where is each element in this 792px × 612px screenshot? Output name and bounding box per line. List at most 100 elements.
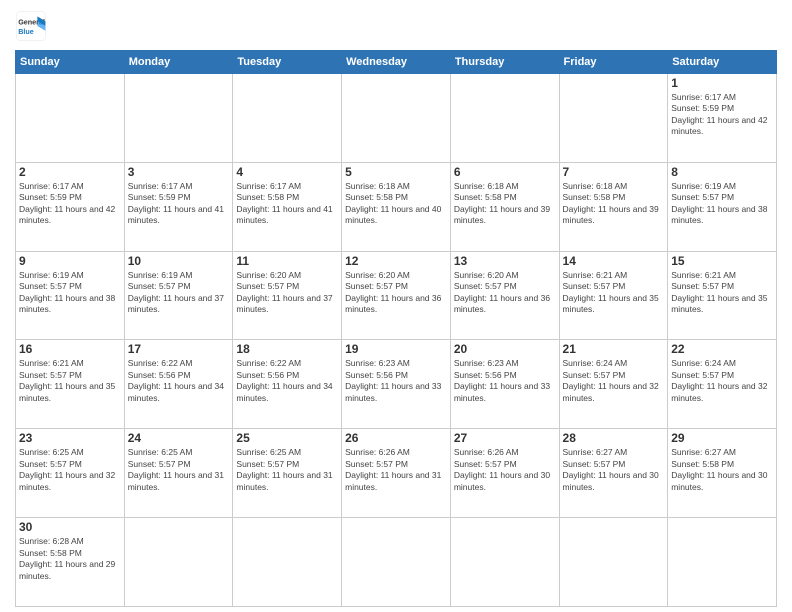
calendar-cell [342,518,451,607]
day-info: Sunrise: 6:26 AM Sunset: 5:57 PM Dayligh… [454,447,556,493]
day-number: 6 [454,165,556,179]
day-info: Sunrise: 6:27 AM Sunset: 5:57 PM Dayligh… [563,447,665,493]
day-number: 21 [563,342,665,356]
calendar-cell: 24 Sunrise: 6:25 AM Sunset: 5:57 PM Dayli… [124,429,233,518]
calendar-cell: 8 Sunrise: 6:19 AM Sunset: 5:57 PM Daylig… [668,162,777,251]
weekday-header-row: Sunday Monday Tuesday Wednesday Thursday… [16,51,777,74]
calendar-cell: 21 Sunrise: 6:24 AM Sunset: 5:57 PM Dayli… [559,340,668,429]
day-number: 3 [128,165,230,179]
day-info: Sunrise: 6:20 AM Sunset: 5:57 PM Dayligh… [454,270,556,316]
day-info: Sunrise: 6:25 AM Sunset: 5:57 PM Dayligh… [19,447,121,493]
calendar-cell: 16 Sunrise: 6:21 AM Sunset: 5:57 PM Dayli… [16,340,125,429]
day-number: 23 [19,431,121,445]
day-info: Sunrise: 6:24 AM Sunset: 5:57 PM Dayligh… [671,358,773,404]
calendar-cell: 17 Sunrise: 6:22 AM Sunset: 5:56 PM Dayli… [124,340,233,429]
header: General Blue [15,10,777,42]
day-info: Sunrise: 6:19 AM Sunset: 5:57 PM Dayligh… [19,270,121,316]
calendar-cell [559,518,668,607]
calendar-header: Sunday Monday Tuesday Wednesday Thursday… [16,51,777,74]
day-number: 19 [345,342,447,356]
calendar-cell: 28Sunrise: 6:27 AM Sunset: 5:57 PM Dayli… [559,429,668,518]
day-number: 27 [454,431,556,445]
day-number: 5 [345,165,447,179]
day-number: 17 [128,342,230,356]
day-info: Sunrise: 6:23 AM Sunset: 5:56 PM Dayligh… [345,358,447,404]
day-info: Sunrise: 6:21 AM Sunset: 5:57 PM Dayligh… [19,358,121,404]
day-info: Sunrise: 6:17 AM Sunset: 5:59 PM Dayligh… [671,92,773,138]
day-number: 12 [345,254,447,268]
header-thursday: Thursday [450,51,559,74]
calendar-cell: 27 Sunrise: 6:26 AM Sunset: 5:57 PM Dayli… [450,429,559,518]
calendar-cell: 10 Sunrise: 6:19 AM Sunset: 5:57 PM Dayli… [124,251,233,340]
calendar-cell [16,74,125,163]
day-info: Sunrise: 6:22 AM Sunset: 5:56 PM Dayligh… [236,358,338,404]
day-info: Sunrise: 6:21 AM Sunset: 5:57 PM Dayligh… [563,270,665,316]
calendar-cell: 25 Sunrise: 6:25 AM Sunset: 5:57 PM Dayli… [233,429,342,518]
day-info: Sunrise: 6:18 AM Sunset: 5:58 PM Dayligh… [563,181,665,227]
day-number: 22 [671,342,773,356]
calendar-cell: 9Sunrise: 6:19 AM Sunset: 5:57 PM Daylig… [16,251,125,340]
day-info: Sunrise: 6:17 AM Sunset: 5:59 PM Dayligh… [128,181,230,227]
day-number: 4 [236,165,338,179]
calendar-cell: 20Sunrise: 6:23 AM Sunset: 5:56 PM Dayli… [450,340,559,429]
calendar-cell: 7 Sunrise: 6:18 AM Sunset: 5:58 PM Daylig… [559,162,668,251]
day-info: Sunrise: 6:19 AM Sunset: 5:57 PM Dayligh… [128,270,230,316]
calendar-cell: 12 Sunrise: 6:20 AM Sunset: 5:57 PM Dayli… [342,251,451,340]
calendar-cell: 11Sunrise: 6:20 AM Sunset: 5:57 PM Dayli… [233,251,342,340]
day-number: 18 [236,342,338,356]
day-info: Sunrise: 6:24 AM Sunset: 5:57 PM Dayligh… [563,358,665,404]
day-info: Sunrise: 6:22 AM Sunset: 5:56 PM Dayligh… [128,358,230,404]
day-number: 15 [671,254,773,268]
calendar-table: Sunday Monday Tuesday Wednesday Thursday… [15,50,777,607]
day-number: 8 [671,165,773,179]
calendar-cell: 4 Sunrise: 6:17 AM Sunset: 5:58 PM Daylig… [233,162,342,251]
day-info: Sunrise: 6:23 AM Sunset: 5:56 PM Dayligh… [454,358,556,404]
day-number: 24 [128,431,230,445]
day-number: 29 [671,431,773,445]
header-sunday: Sunday [16,51,125,74]
calendar-cell [559,74,668,163]
day-info: Sunrise: 6:18 AM Sunset: 5:58 PM Dayligh… [345,181,447,227]
day-info: Sunrise: 6:18 AM Sunset: 5:58 PM Dayligh… [454,181,556,227]
calendar-cell [450,518,559,607]
header-saturday: Saturday [668,51,777,74]
page: General Blue Sunday Monday Tuesday Wedne… [0,0,792,612]
day-info: Sunrise: 6:26 AM Sunset: 5:57 PM Dayligh… [345,447,447,493]
calendar-cell: 15 Sunrise: 6:21 AM Sunset: 5:57 PM Dayli… [668,251,777,340]
calendar-cell [233,518,342,607]
calendar-cell [342,74,451,163]
calendar-cell [124,74,233,163]
calendar-cell [124,518,233,607]
day-number: 16 [19,342,121,356]
header-monday: Monday [124,51,233,74]
calendar-cell: 29Sunrise: 6:27 AM Sunset: 5:58 PM Dayli… [668,429,777,518]
day-number: 25 [236,431,338,445]
day-info: Sunrise: 6:25 AM Sunset: 5:57 PM Dayligh… [128,447,230,493]
calendar-cell: 13 Sunrise: 6:20 AM Sunset: 5:57 PM Dayli… [450,251,559,340]
day-number: 10 [128,254,230,268]
day-number: 14 [563,254,665,268]
day-number: 2 [19,165,121,179]
calendar-cell [450,74,559,163]
day-number: 11 [236,254,338,268]
day-info: Sunrise: 6:19 AM Sunset: 5:57 PM Dayligh… [671,181,773,227]
day-info: Sunrise: 6:20 AM Sunset: 5:57 PM Dayligh… [345,270,447,316]
day-info: Sunrise: 6:25 AM Sunset: 5:57 PM Dayligh… [236,447,338,493]
logo-icon: General Blue [15,10,47,42]
day-number: 7 [563,165,665,179]
calendar-cell: 14 Sunrise: 6:21 AM Sunset: 5:57 PM Dayli… [559,251,668,340]
calendar-cell: 18 Sunrise: 6:22 AM Sunset: 5:56 PM Dayli… [233,340,342,429]
day-number: 30 [19,520,121,534]
day-number: 13 [454,254,556,268]
day-number: 1 [671,76,773,90]
day-info: Sunrise: 6:21 AM Sunset: 5:57 PM Dayligh… [671,270,773,316]
header-friday: Friday [559,51,668,74]
calendar-cell [668,518,777,607]
calendar-cell: 2Sunrise: 6:17 AM Sunset: 5:59 PM Daylig… [16,162,125,251]
day-info: Sunrise: 6:28 AM Sunset: 5:58 PM Dayligh… [19,536,121,582]
day-info: Sunrise: 6:17 AM Sunset: 5:58 PM Dayligh… [236,181,338,227]
calendar-cell: 23 Sunrise: 6:25 AM Sunset: 5:57 PM Dayli… [16,429,125,518]
calendar-cell: 1 Sunrise: 6:17 AM Sunset: 5:59 PM Daylig… [668,74,777,163]
day-number: 26 [345,431,447,445]
svg-text:Blue: Blue [18,27,34,36]
